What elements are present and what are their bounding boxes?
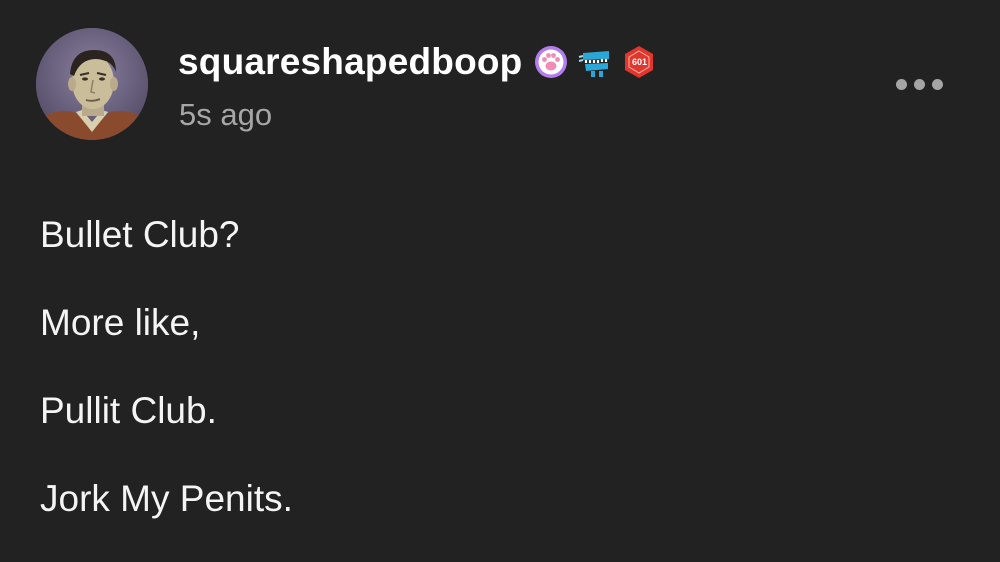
badge-list: 601 xyxy=(534,45,656,79)
more-options-button[interactable] xyxy=(888,68,950,100)
post-card: squareshapedboop 601 5s ago Bullet Club?… xyxy=(0,0,1000,562)
paw-badge-icon[interactable] xyxy=(534,45,568,79)
post-paragraph: Bullet Club? xyxy=(40,214,240,255)
more-options-icon xyxy=(895,78,907,90)
post-paragraph: Jork My Penits. xyxy=(40,478,293,519)
username-link[interactable]: squareshapedboop xyxy=(178,38,522,86)
d20-die-badge-icon[interactable]: 601 xyxy=(622,45,656,79)
more-options-dot xyxy=(931,78,943,90)
post-paragraph: Pullit Club. xyxy=(40,390,217,431)
d20-die-label: 601 xyxy=(631,57,647,67)
more-options-dot xyxy=(913,78,925,90)
post-body: Bullet Club? More like, Pullit Club. Jor… xyxy=(40,210,960,562)
username-row: squareshapedboop 601 xyxy=(178,38,656,86)
avatar[interactable] xyxy=(36,28,148,140)
avatar-portrait-image xyxy=(36,28,148,140)
post-timestamp: 5s ago xyxy=(179,97,273,132)
post-paragraph: More like, xyxy=(40,302,201,343)
wind-up-teeth-badge-icon[interactable] xyxy=(577,45,613,79)
